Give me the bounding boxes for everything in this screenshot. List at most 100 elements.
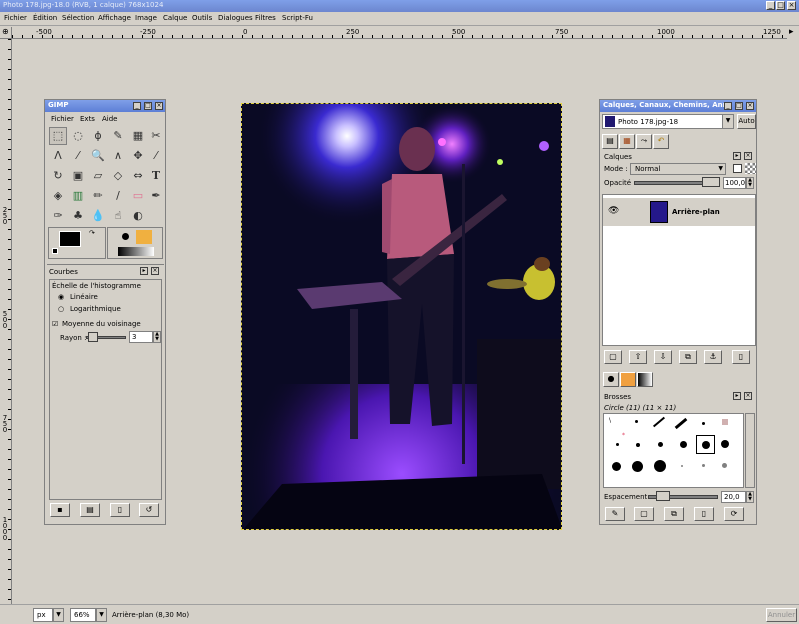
new-layer-icon[interactable]: ▢ — [604, 350, 622, 364]
brush-item[interactable] — [721, 440, 729, 448]
layers-maximize-button[interactable]: □ — [735, 102, 743, 110]
menu-script-fu[interactable]: Script-Fu — [282, 14, 313, 22]
curves-close-button[interactable]: × — [151, 267, 159, 275]
zoom-select[interactable]: 66% — [70, 608, 96, 622]
radius-slider-handle[interactable] — [88, 332, 98, 342]
menu-image[interactable]: Image — [135, 14, 157, 22]
restore-preset-icon[interactable]: ▤ — [80, 503, 100, 517]
ruler-corner[interactable]: ⊕ — [0, 27, 12, 39]
auto-button[interactable]: Auto — [737, 114, 756, 129]
horizontal-ruler[interactable]: -500 -250 0 250 500 750 1000 1250 — [12, 27, 787, 39]
flip-tool-icon[interactable]: ⇔ — [129, 167, 147, 185]
brushes-close-button[interactable]: × — [744, 392, 752, 400]
visibility-eye-icon[interactable]: 👁 — [608, 206, 619, 216]
logarithmic-radio[interactable]: ○ — [58, 305, 64, 313]
tab-undo[interactable]: ↶ — [653, 134, 669, 149]
brush-item[interactable] — [658, 442, 663, 447]
brush-item[interactable] — [612, 462, 621, 471]
reset-preset-icon[interactable]: ↺ — [139, 503, 159, 517]
image-select[interactable]: Photo 178.jpg-18 ▼ — [602, 114, 734, 129]
unit-select[interactable]: px — [33, 608, 53, 622]
mode-select[interactable]: Normal ▼ — [630, 163, 726, 175]
linear-radio[interactable]: ◉ — [58, 293, 64, 301]
brush-item[interactable] — [654, 460, 666, 472]
layers-dock-close-button[interactable]: × — [744, 152, 752, 160]
zoom-dropdown-icon[interactable]: ▼ — [96, 608, 107, 622]
menu-selection[interactable]: Sélection — [62, 14, 94, 22]
brush-item[interactable] — [702, 422, 705, 425]
new-brush-icon[interactable]: ▢ — [634, 507, 654, 521]
vertical-ruler[interactable]: 2 5 0 5 0 0 7 5 0 1 0 0 0 — [0, 39, 12, 604]
measure-tool-icon[interactable]: ∧ — [109, 147, 127, 165]
airbrush-tool-icon[interactable]: ✒ — [147, 187, 165, 205]
brush-grid[interactable]: \ * — [603, 413, 744, 488]
clone-tool-icon[interactable]: ♣ — [69, 207, 87, 225]
cancel-button[interactable]: Annuler — [766, 608, 797, 622]
menu-outils[interactable]: Outils — [192, 14, 212, 22]
brush-item[interactable]: \ — [609, 417, 611, 424]
active-pattern-icon[interactable] — [136, 230, 152, 244]
fuzzy-select-tool-icon[interactable]: ✎ — [109, 127, 127, 145]
selected-brush-frame[interactable] — [696, 435, 715, 454]
minimize-button[interactable]: _ — [766, 1, 775, 10]
brush-grid-scrollbar[interactable] — [745, 413, 755, 488]
brush-item[interactable] — [722, 419, 728, 425]
brush-item[interactable] — [674, 417, 688, 430]
curves-menu-button[interactable]: ▸ — [140, 267, 148, 275]
perspective-tool-icon[interactable]: ◇ — [109, 167, 127, 185]
spacing-spinner[interactable]: ▲ ▼ — [746, 491, 754, 503]
navigate-corner[interactable]: ▸ — [787, 27, 799, 39]
swap-colors-icon[interactable]: ↷ — [89, 229, 95, 237]
move-tool-icon[interactable]: ✥ — [129, 147, 147, 165]
toolbox-menu-aide[interactable]: Aide — [102, 115, 117, 123]
brush-item[interactable] — [635, 420, 638, 423]
radius-value-field[interactable]: 3 — [129, 331, 153, 343]
blur-tool-icon[interactable]: 💧 — [89, 207, 107, 225]
toolbox-close-button[interactable]: × — [155, 102, 163, 110]
dodge-burn-tool-icon[interactable]: ◐ — [129, 207, 147, 225]
duplicate-brush-icon[interactable]: ⧉ — [664, 507, 684, 521]
opacity-slider-handle[interactable] — [702, 177, 720, 187]
zoom-tool-icon[interactable]: 🔍 — [89, 147, 107, 165]
menu-edition[interactable]: Édition — [33, 14, 57, 22]
vertical-scrollbar[interactable] — [787, 39, 799, 604]
unit-dropdown-icon[interactable]: ▼ — [53, 608, 64, 622]
brush-item[interactable] — [702, 464, 705, 467]
rotate-tool-icon[interactable]: ↻ — [49, 167, 67, 185]
eraser-tool-icon[interactable]: ▭ — [129, 187, 147, 205]
blend-tool-icon[interactable]: ▥ — [69, 187, 87, 205]
spacing-slider-handle[interactable] — [656, 491, 670, 501]
layers-close-button[interactable]: × — [746, 102, 754, 110]
pencil-tool-icon[interactable]: ✏ — [89, 187, 107, 205]
save-preset-icon[interactable]: ▪ — [50, 503, 70, 517]
brush-item[interactable] — [680, 441, 687, 448]
keep-transparency-checkbox[interactable] — [733, 164, 742, 173]
paths-tool-icon[interactable]: ⴷ — [49, 147, 67, 165]
toolbox-maximize-button[interactable]: □ — [144, 102, 152, 110]
neighborhood-checkbox[interactable]: ☑ — [52, 320, 58, 328]
spacing-value-field[interactable]: 20,0 — [721, 491, 746, 503]
brush-item[interactable]: * — [622, 432, 625, 439]
menu-affichage[interactable]: Affichage — [98, 14, 131, 22]
tab-channels[interactable]: ▦ — [619, 134, 635, 149]
edit-brush-icon[interactable]: ✎ — [605, 507, 625, 521]
ellipse-select-tool-icon[interactable]: ◌ — [69, 127, 87, 145]
raise-layer-icon[interactable]: ⇧ — [629, 350, 647, 364]
image-canvas[interactable] — [241, 103, 562, 530]
maximize-button[interactable]: □ — [776, 1, 785, 10]
horizontal-scrollbar[interactable] — [12, 592, 787, 604]
scissors-tool-icon[interactable]: ✂ — [147, 127, 165, 145]
toolbox-menu-exts[interactable]: Exts — [80, 115, 95, 123]
shear-tool-icon[interactable]: ▱ — [89, 167, 107, 185]
rect-select-tool-icon[interactable]: ⬚ — [49, 127, 67, 145]
refresh-brushes-icon[interactable]: ⟳ — [724, 507, 744, 521]
tab-brushes[interactable]: ● — [603, 372, 619, 387]
brush-item[interactable] — [616, 443, 619, 446]
menu-dialogues[interactable]: Dialogues — [218, 14, 253, 22]
brush-item[interactable] — [722, 463, 727, 468]
foreground-color-swatch[interactable] — [59, 231, 81, 247]
close-button[interactable]: × — [787, 1, 796, 10]
delete-layer-icon[interactable]: ▯ — [732, 350, 750, 364]
image-select-dropdown-icon[interactable]: ▼ — [722, 115, 733, 128]
brush-item[interactable] — [636, 443, 640, 447]
